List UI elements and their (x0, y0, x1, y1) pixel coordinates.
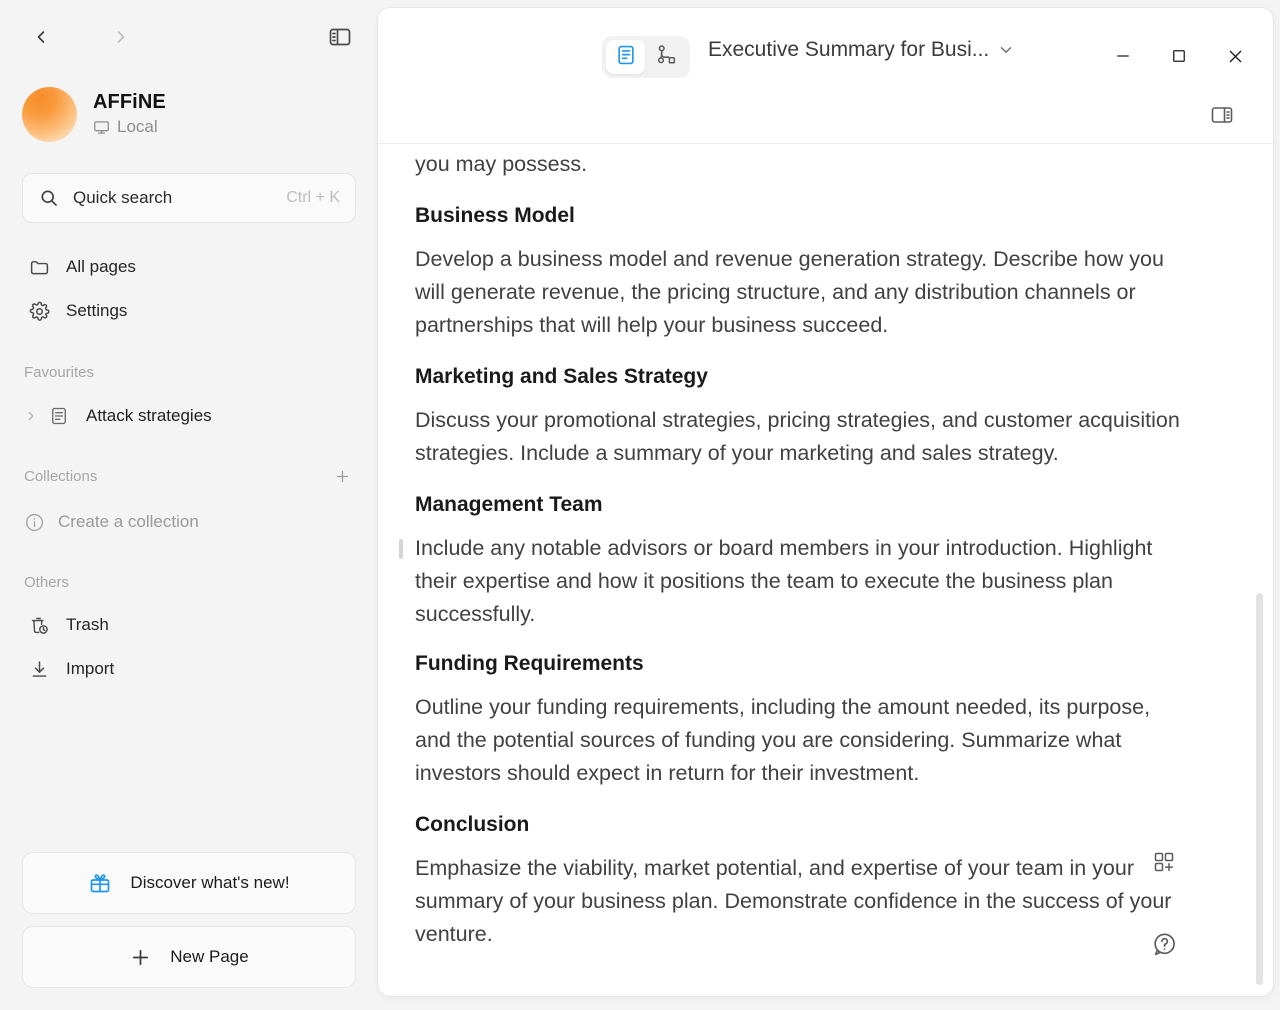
discover-label: Discover what's new! (130, 873, 290, 892)
paragraph-block-wrapper: Include any notable advisors or board me… (399, 532, 1213, 631)
others-title: Others (24, 573, 70, 591)
vertical-scrollbar[interactable] (1256, 593, 1263, 985)
info-icon (24, 512, 45, 533)
sidebar-item-import[interactable]: Import (18, 647, 360, 691)
quick-search-button[interactable]: Quick search Ctrl + K (22, 173, 356, 223)
trash-clock-icon (28, 615, 50, 636)
sidebar-item-label: Import (66, 659, 115, 678)
plus-icon (129, 946, 152, 969)
quick-search-label: Quick search (73, 188, 173, 207)
window-titlebar: Executive Summary for Busi... (378, 8, 1273, 123)
add-widget-icon[interactable] (1149, 847, 1179, 877)
sidebar-topbar (0, 0, 378, 74)
folder-icon (28, 257, 50, 278)
maximize-button[interactable] (1151, 34, 1207, 78)
collections-section-header: Collections (0, 463, 378, 489)
monitor-icon (93, 119, 110, 136)
heading-block[interactable]: Management Team (415, 490, 1213, 520)
workspace-selector[interactable]: AFFiNE Local (0, 74, 378, 148)
collections-title: Collections (24, 467, 98, 485)
heading-block[interactable]: Conclusion (415, 810, 1213, 840)
page-mode-icon (615, 44, 637, 71)
sidebar-collapse-icon[interactable] (322, 19, 358, 55)
sidebar-item-trash[interactable]: Trash (18, 603, 360, 647)
block-drag-handle[interactable] (399, 539, 403, 559)
affine-app-window: AFFiNE Local Quick search Ctrl + K All p… (0, 0, 1280, 1010)
doc-icon (49, 406, 69, 426)
paragraph-block[interactable]: Discuss your promotional strategies, pri… (415, 404, 1190, 470)
workspace-status: Local (93, 117, 166, 137)
page-mode-button[interactable] (606, 40, 645, 74)
heading-block[interactable]: Funding Requirements (415, 649, 1213, 679)
edgeless-mode-icon (655, 43, 678, 71)
sidebar-bottom-actions: Discover what's new! New Page (0, 852, 378, 1010)
minimize-button[interactable] (1095, 34, 1151, 78)
sidebar-item-label: Settings (66, 301, 128, 320)
plus-icon[interactable] (332, 466, 352, 486)
editor-mode-switch (602, 36, 690, 78)
paragraph-block[interactable]: Develop a business model and revenue gen… (415, 243, 1190, 342)
paragraph-block[interactable]: you may possess. (415, 148, 1190, 181)
sidebar-main-nav: All pages Settings (0, 245, 378, 333)
close-button[interactable] (1207, 34, 1263, 78)
workspace-status-label: Local (117, 117, 158, 136)
document-content: you may possess. Business Model Develop … (399, 144, 1213, 951)
sidebar-item-label: All pages (66, 257, 136, 276)
sidebar-item-all-pages[interactable]: All pages (18, 245, 360, 289)
workspace-avatar (22, 86, 77, 142)
paragraph-block[interactable]: Include any notable advisors or board me… (415, 532, 1190, 631)
discover-whats-new-button[interactable]: Discover what's new! (22, 852, 356, 914)
workspace-meta: AFFiNE Local (93, 91, 166, 137)
help-question-icon[interactable] (1148, 928, 1180, 960)
sidebar: AFFiNE Local Quick search Ctrl + K All p… (0, 0, 378, 1010)
quick-search-shortcut: Ctrl + K (286, 189, 340, 206)
favourites-section-header: Favourites (0, 359, 378, 385)
sidebar-item-label: Trash (66, 615, 109, 634)
paragraph-block[interactable]: Emphasize the viability, market potentia… (415, 852, 1190, 951)
edgeless-mode-button[interactable] (647, 40, 686, 74)
download-icon (28, 659, 50, 680)
sidebar-item-settings[interactable]: Settings (18, 289, 360, 333)
search-icon (39, 188, 59, 208)
chevron-down-icon[interactable] (997, 41, 1015, 59)
heading-block[interactable]: Marketing and Sales Strategy (415, 362, 1213, 392)
gift-icon (88, 871, 112, 895)
sidebar-item-attack-strategies[interactable]: Attack strategies (18, 395, 360, 437)
sidebar-others-nav: Trash Import (0, 603, 378, 691)
window-controls (1095, 34, 1263, 78)
document-window: Executive Summary for Busi... you may po… (378, 8, 1273, 996)
document-body[interactable]: you may possess. Business Model Develop … (378, 144, 1273, 996)
create-a-collection-button[interactable]: Create a collection (18, 501, 360, 543)
workspace-name: AFFiNE (93, 91, 166, 113)
document-title: Executive Summary for Busi... (708, 38, 990, 61)
right-sidebar-toggle-icon[interactable] (1207, 100, 1237, 130)
paragraph-block[interactable]: Outline your funding requirements, inclu… (415, 691, 1190, 790)
favourites-title: Favourites (24, 363, 95, 381)
nav-back-button[interactable] (22, 18, 60, 56)
document-title-dropdown[interactable]: Executive Summary for Busi... (708, 38, 1015, 62)
favourite-item-label: Attack strategies (86, 406, 212, 425)
create-collection-label: Create a collection (58, 512, 199, 531)
chevron-right-icon[interactable] (24, 409, 38, 423)
heading-block[interactable]: Business Model (415, 201, 1213, 231)
new-page-button[interactable]: New Page (22, 926, 356, 988)
new-page-label: New Page (170, 947, 249, 966)
others-section-header: Others (0, 569, 378, 595)
gear-icon (28, 301, 50, 322)
nav-forward-button[interactable] (102, 18, 140, 56)
